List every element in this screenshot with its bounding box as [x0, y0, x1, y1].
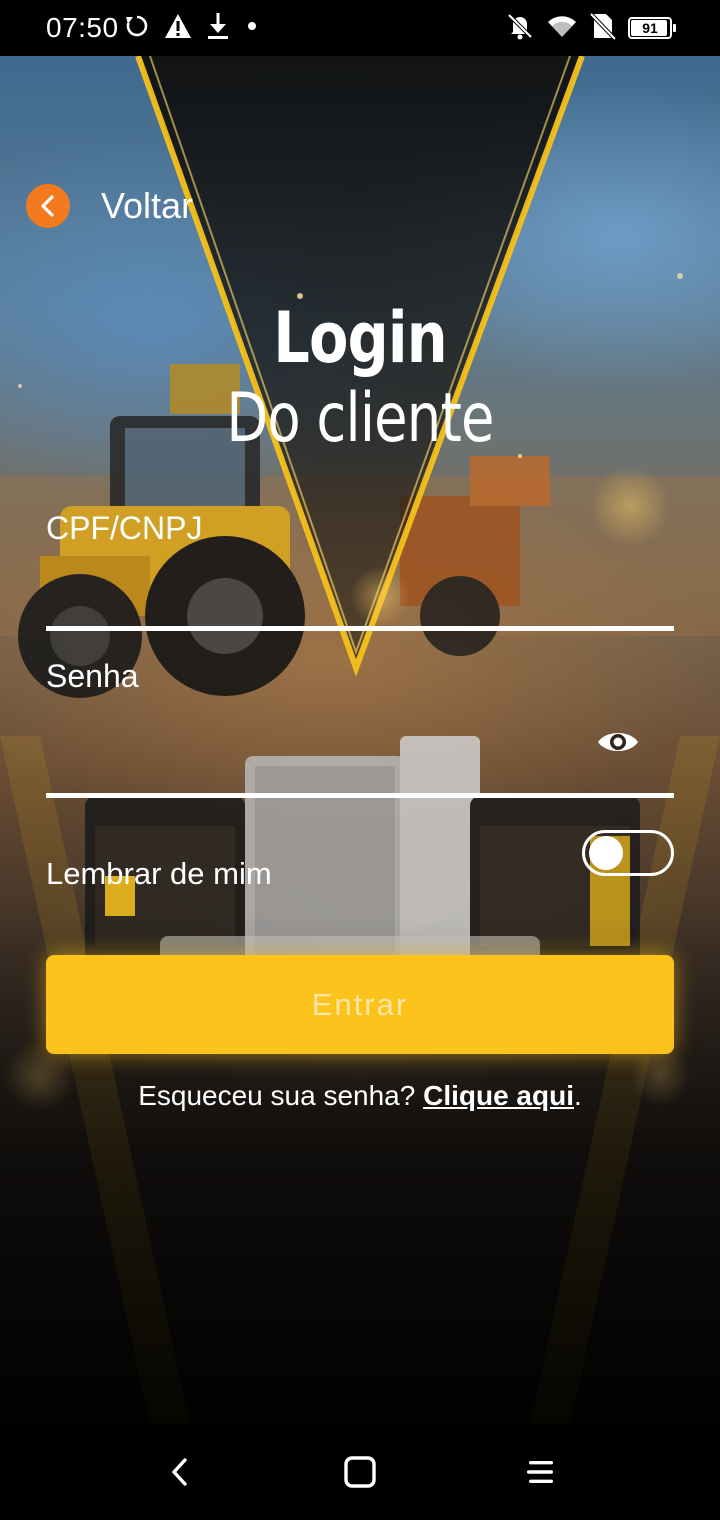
no-sim-icon	[589, 12, 617, 45]
status-left-icons	[124, 12, 260, 44]
forgot-password-link[interactable]: Clique aqui	[423, 1080, 574, 1111]
password-underline	[46, 793, 674, 798]
page-title: Login Do cliente	[0, 296, 720, 458]
forgot-suffix: .	[574, 1080, 582, 1111]
title-main: Login	[273, 297, 447, 379]
recents-nav-icon[interactable]	[518, 1452, 562, 1492]
eye-icon[interactable]	[596, 722, 640, 762]
remember-me-toggle[interactable]	[582, 830, 674, 876]
chevron-left-icon	[26, 184, 70, 228]
notifications-off-icon	[506, 12, 534, 45]
back-button[interactable]: Voltar	[26, 184, 193, 228]
status-bar: 07:50 91	[0, 0, 720, 56]
battery-icon: 91	[628, 17, 676, 39]
cpf-label: CPF/CNPJ	[46, 510, 203, 546]
title-sub: Do cliente	[226, 379, 494, 458]
sync-icon	[124, 13, 150, 44]
status-right-icons: 91	[506, 12, 676, 45]
wifi-icon	[546, 13, 578, 44]
dot-icon	[244, 18, 260, 39]
password-label: Senha	[46, 658, 139, 694]
login-button[interactable]: Entrar	[46, 955, 674, 1054]
toggle-knob	[589, 836, 623, 870]
password-input[interactable]	[46, 732, 590, 784]
back-label: Voltar	[101, 185, 194, 226]
forgot-password-text: Esqueceu sua senha? Clique aqui.	[0, 1080, 720, 1112]
cpf-underline	[46, 626, 674, 631]
home-nav-icon[interactable]	[338, 1452, 382, 1492]
remember-me-label: Lembrar de mim	[46, 856, 272, 891]
forgot-prefix: Esqueceu sua senha?	[138, 1080, 424, 1111]
warning-icon	[164, 13, 192, 44]
download-icon	[206, 12, 230, 45]
status-time: 07:50	[46, 12, 119, 43]
battery-level: 91	[642, 20, 658, 36]
navigation-bar	[0, 1424, 720, 1520]
login-screen: 07:50 91 Voltar Login Do cliente CPF/CNP…	[0, 0, 720, 1520]
cpf-input[interactable]	[46, 566, 590, 618]
back-nav-icon[interactable]	[158, 1452, 202, 1492]
